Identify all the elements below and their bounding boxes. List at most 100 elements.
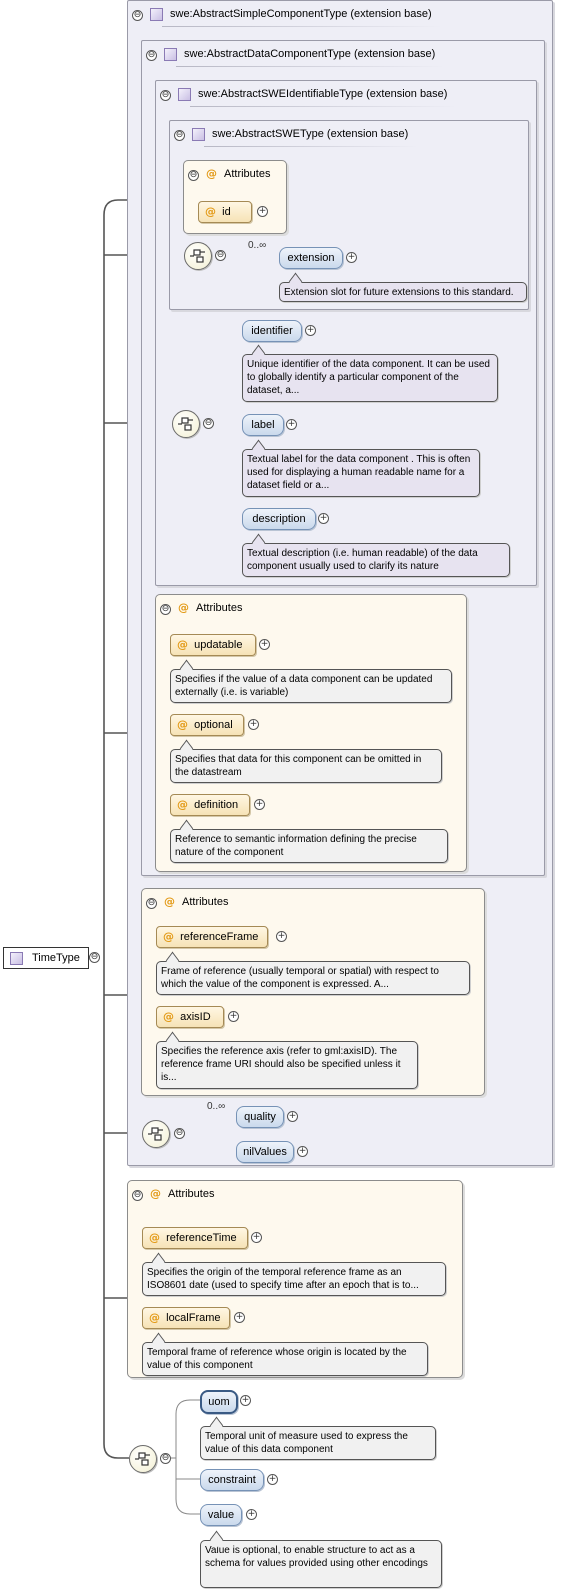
element-nilvalues[interactable]: nilValues (236, 1141, 294, 1163)
attribute-icon: @ (150, 1187, 161, 1200)
expand-icon[interactable]: + (251, 1232, 262, 1243)
expand-icon[interactable]: + (287, 1111, 298, 1122)
doc-extension: Extension slot for future extensions to … (279, 282, 527, 302)
expand-icon[interactable]: + (286, 419, 297, 430)
doc-text: Specifies if the value of a data compone… (175, 674, 433, 698)
attribute-label: axisID (180, 1011, 211, 1023)
doc-text: Temporal unit of measure used to express… (205, 1431, 408, 1455)
collapse-icon[interactable]: ⊖ (160, 1453, 171, 1464)
sequence-icon (129, 1445, 157, 1473)
element-label: description (252, 513, 306, 525)
doc-updatable: Specifies if the value of a data compone… (170, 669, 452, 703)
doc-value: Value is optional, to enable structure t… (200, 1540, 442, 1588)
collapse-icon[interactable]: ⊖ (146, 898, 157, 909)
attribute-id[interactable]: @ id (198, 201, 252, 223)
element-uom[interactable]: uom (200, 1390, 238, 1414)
element-label: nilValues (243, 1146, 287, 1158)
attribute-icon: @ (177, 718, 188, 731)
ext-box-title: swe:AbstractDataComponentType (extension… (175, 48, 446, 67)
attributes-heading: Attributes (224, 168, 271, 180)
attribute-icon: @ (163, 1010, 174, 1023)
attribute-icon: @ (177, 798, 188, 811)
attribute-updatable[interactable]: @ updatable (170, 634, 256, 656)
doc-axisid: Specifies the reference axis (refer to g… (156, 1041, 418, 1089)
collapse-icon[interactable]: ⊖ (174, 130, 185, 141)
doc-text: Frame of reference (usually temporal or … (161, 966, 439, 990)
expand-icon[interactable]: + (346, 252, 357, 263)
collapse-icon[interactable]: ⊖ (160, 90, 171, 101)
attribute-icon: @ (178, 601, 189, 614)
element-identifier[interactable]: identifier (242, 320, 302, 342)
doc-description: Textual description (i.e. human readable… (242, 543, 510, 577)
doc-optional: Specifies that data for this component c… (170, 749, 442, 783)
doc-text: Unique identifier of the data component.… (247, 359, 490, 396)
expand-icon[interactable]: + (234, 1312, 245, 1323)
element-value[interactable]: value (200, 1504, 242, 1526)
expand-icon[interactable]: + (240, 1395, 251, 1406)
complex-type-icon (10, 952, 23, 965)
element-label: constraint (208, 1474, 256, 1486)
complex-type-icon (164, 48, 177, 61)
attributes-heading: Attributes (196, 602, 243, 614)
collapse-icon[interactable]: ⊖ (203, 418, 214, 429)
attribute-label: localFrame (166, 1312, 221, 1324)
attribute-icon: @ (177, 638, 188, 651)
ext-box-title: swe:AbstractSWEType (extension base) (203, 128, 419, 147)
root-label: TimeType (32, 952, 80, 964)
collapse-icon[interactable]: ⊖ (174, 1128, 185, 1139)
expand-icon[interactable]: + (254, 799, 265, 810)
attribute-localframe[interactable]: @ localFrame (142, 1307, 230, 1329)
root-collapse-icon[interactable]: ⊖ (89, 952, 100, 963)
cardinality-label: 0..∞ (207, 1101, 226, 1112)
expand-icon[interactable]: + (248, 719, 259, 730)
attributes-group-swe: ⊖ @ Attributes @ id + (183, 160, 287, 234)
element-quality[interactable]: quality (236, 1106, 284, 1128)
doc-text: Temporal frame of reference whose origin… (147, 1347, 407, 1371)
element-label: identifier (251, 325, 293, 337)
collapse-icon[interactable]: ⊖ (188, 170, 199, 181)
element-extension[interactable]: extension (279, 247, 343, 269)
element-description[interactable]: description (242, 508, 316, 530)
expand-icon[interactable]: + (297, 1146, 308, 1157)
collapse-icon[interactable]: ⊖ (215, 250, 226, 261)
root-element-timetype[interactable]: TimeType (3, 947, 89, 969)
expand-icon[interactable]: + (246, 1509, 257, 1520)
attribute-definition[interactable]: @ definition (170, 794, 250, 816)
doc-referencetime: Specifies the origin of the temporal ref… (142, 1262, 446, 1296)
attribute-icon: @ (164, 895, 175, 908)
attributes-heading: Attributes (182, 896, 229, 908)
expand-icon[interactable]: + (228, 1011, 239, 1022)
expand-icon[interactable]: + (318, 513, 329, 524)
attribute-optional[interactable]: @ optional (170, 714, 244, 736)
collapse-icon[interactable]: ⊖ (146, 50, 157, 61)
doc-text: Specifies that data for this component c… (175, 754, 422, 778)
collapse-icon[interactable]: ⊖ (160, 604, 171, 615)
attribute-referenceframe[interactable]: @ referenceFrame (156, 926, 268, 948)
attribute-referencetime[interactable]: @ referenceTime (142, 1227, 248, 1249)
collapse-icon[interactable]: ⊖ (132, 1190, 143, 1201)
cardinality-label: 0..∞ (248, 240, 267, 251)
attribute-axisid[interactable]: @ axisID (156, 1006, 224, 1028)
complex-type-icon (150, 8, 163, 21)
doc-referenceframe: Frame of reference (usually temporal or … (156, 961, 470, 995)
element-constraint[interactable]: constraint (200, 1469, 264, 1491)
expand-icon[interactable]: + (259, 639, 270, 650)
doc-text: Reference to semantic information defini… (175, 834, 417, 858)
attribute-label: definition (194, 799, 239, 811)
expand-icon[interactable]: + (267, 1474, 278, 1485)
sequence-icon (142, 1120, 170, 1148)
element-label-field[interactable]: label (242, 414, 284, 436)
expand-icon[interactable]: + (305, 325, 316, 336)
expand-icon[interactable]: + (276, 931, 287, 942)
attribute-icon: @ (149, 1231, 160, 1244)
sequence-icon (172, 410, 200, 438)
attribute-label: optional (194, 719, 233, 731)
ext-box-title: swe:AbstractSimpleComponentType (extensi… (162, 8, 442, 27)
complex-type-icon (192, 128, 205, 141)
expand-icon[interactable]: + (257, 206, 268, 217)
sequence-icon (184, 242, 212, 270)
attribute-icon: @ (163, 930, 174, 943)
element-label: value (207, 1509, 235, 1521)
doc-definition: Reference to semantic information defini… (170, 829, 448, 863)
collapse-icon[interactable]: ⊖ (132, 10, 143, 21)
